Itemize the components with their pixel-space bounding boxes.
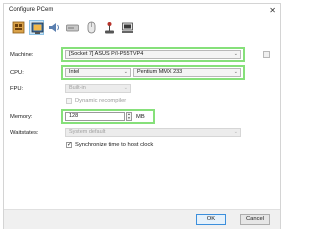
- cpu-label: CPU:: [10, 70, 24, 76]
- memory-unit: MB: [136, 114, 145, 120]
- dynamic-recompiler-label: Dynamic recompiler: [75, 98, 127, 104]
- sync-time-checkbox[interactable]: [66, 141, 72, 148]
- machine-tab-icon[interactable]: [11, 20, 26, 35]
- cpu-manufacturer-select[interactable]: Intel ⌄: [65, 68, 131, 77]
- memory-spinner[interactable]: ▲ ▼: [126, 112, 132, 121]
- drives-tab-icon[interactable]: [65, 20, 80, 35]
- sync-time-label: Synchronize time to host clock: [75, 142, 154, 148]
- peripherals-tab-icon[interactable]: [120, 20, 135, 35]
- memory-label: Memory:: [10, 114, 33, 120]
- display-tab-icon[interactable]: [29, 20, 44, 35]
- fpu-select[interactable]: Built-in ⌄: [65, 84, 131, 93]
- close-icon[interactable]: ✕: [269, 6, 276, 15]
- title-bar: Configure PCem ✕: [4, 4, 280, 18]
- dynamic-recompiler-checkbox[interactable]: [66, 98, 72, 104]
- chevron-down-icon: ⌄: [233, 69, 238, 75]
- fpu-value: Built-in: [69, 85, 86, 91]
- chevron-down-icon: ⌄: [233, 51, 238, 57]
- chevron-down-icon: ⌄: [123, 85, 128, 91]
- waitstates-label: Waitstates:: [10, 130, 39, 136]
- waitstates-value: System default: [69, 129, 106, 135]
- cpu-manufacturer-value: Intel: [69, 69, 80, 75]
- chevron-down-icon: ⌄: [123, 69, 128, 75]
- joystick-tab-icon[interactable]: [102, 20, 117, 35]
- machine-label: Machine:: [10, 52, 34, 58]
- machine-configure-button[interactable]: [263, 51, 270, 58]
- waitstates-select[interactable]: System default ⌄: [65, 128, 241, 137]
- cpu-model-select[interactable]: Pentium MMX 233 ⌄: [133, 68, 241, 77]
- ok-button[interactable]: OK: [196, 214, 226, 225]
- configure-dialog: Configure PCem ✕ Machine: [Socket 7] ASU…: [3, 3, 281, 229]
- window-title: Configure PCem: [9, 7, 54, 13]
- sound-tab-icon[interactable]: [47, 20, 62, 35]
- machine-value: [Socket 7] ASUS P/I-P55TVP4: [69, 51, 144, 57]
- dialog-footer: OK Cancel: [4, 209, 280, 229]
- memory-input[interactable]: 128: [65, 112, 125, 121]
- cpu-model-value: Pentium MMX 233: [137, 69, 183, 75]
- spin-down-icon[interactable]: ▼: [127, 116, 131, 121]
- cancel-button[interactable]: Cancel: [240, 214, 270, 225]
- machine-select[interactable]: [Socket 7] ASUS P/I-P55TVP4 ⌄: [65, 50, 241, 59]
- fpu-label: FPU:: [10, 86, 24, 92]
- mouse-tab-icon[interactable]: [84, 20, 99, 35]
- chevron-down-icon: ⌄: [233, 129, 238, 135]
